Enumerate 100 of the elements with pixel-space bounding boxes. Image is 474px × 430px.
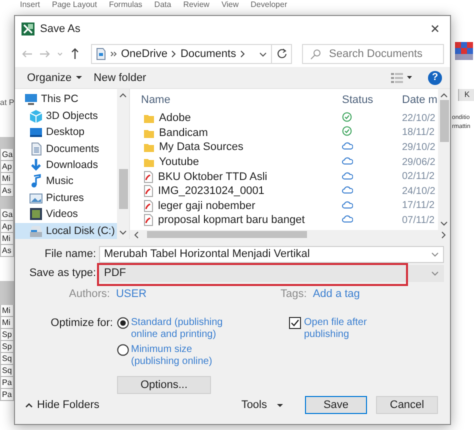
scrollbar[interactable] (117, 89, 129, 239)
table-cell: Pa (0, 389, 14, 401)
table-cell: Mi (0, 173, 14, 185)
ribbon-tab[interactable]: View (221, 0, 239, 10)
forward-arrow-icon[interactable] (39, 48, 51, 60)
date-modified: 29/06/2 (402, 156, 436, 168)
file-name[interactable]: BKU Oktober TTD Asli (158, 170, 268, 183)
caret-up-icon (25, 402, 33, 408)
option-label[interactable]: Minimum size (publishing online) (131, 344, 235, 368)
computer-icon (24, 92, 38, 106)
folder-tree-item[interactable]: Music (15, 173, 117, 190)
ribbon-tab[interactable]: Formulas (108, 0, 142, 10)
folder-tree-item[interactable]: Downloads (15, 156, 117, 174)
address-bar[interactable]: OneDrive Documents (91, 44, 292, 64)
caret-icon (277, 404, 283, 406)
chevron-icon (240, 50, 246, 58)
document-icon (96, 48, 106, 60)
table-cell: Pa (0, 377, 14, 389)
radio-button[interactable] (117, 317, 129, 329)
shaded-cell (0, 137, 14, 149)
folder-icon (144, 142, 154, 152)
folder-tree-item[interactable]: Documents (15, 140, 117, 157)
folder-tree-item[interactable]: Local Disk (C:) (15, 222, 117, 239)
ribbon-tab[interactable]: Insert (20, 0, 40, 10)
left-chevron-icon (133, 230, 139, 238)
folder-tree-item[interactable]: Pictures (15, 190, 117, 206)
folder-tree-item[interactable]: This PC (15, 91, 117, 108)
breadcrumb[interactable]: OneDrive (121, 48, 168, 60)
folder-tree-item[interactable]: Desktop (15, 124, 117, 140)
column-header[interactable]: Status (342, 94, 402, 106)
picture-icon (29, 190, 43, 205)
scrollbar[interactable] (438, 89, 450, 230)
scrollbar[interactable] (130, 230, 450, 239)
back-arrow-icon[interactable] (21, 48, 33, 60)
option-label[interactable]: Standard (publishing online and printing) (131, 317, 235, 341)
table-cell: Mi (0, 305, 14, 317)
caret-icon (407, 76, 412, 79)
ribbon-tab[interactable]: Page Layout (52, 0, 97, 10)
field-label: Optimize for: (50, 317, 114, 329)
scrollbar-thumb[interactable] (440, 100, 448, 142)
file-name[interactable]: Adobe (159, 112, 191, 124)
music-note-icon (29, 174, 43, 188)
dropdown-caret-icon (431, 252, 439, 256)
file-name[interactable]: Youtube (159, 156, 199, 168)
breadcrumb[interactable]: Documents (180, 48, 236, 60)
ribbon-tab[interactable]: Review (183, 0, 210, 10)
column-header[interactable]: Date m (402, 94, 438, 106)
date-modified: 17/11/2 (402, 200, 436, 212)
down-chevron-icon (119, 230, 127, 236)
scrollbar-thumb[interactable] (147, 231, 307, 238)
chevron-icon (110, 51, 117, 57)
close-button[interactable]: ✕ (428, 22, 442, 36)
table-cell: Sp (0, 329, 14, 341)
table-cell: Ga (0, 209, 14, 221)
scrollbar-thumb[interactable] (118, 168, 128, 209)
table-cell: Ap (0, 161, 14, 173)
file-name[interactable]: My Data Sources (159, 141, 244, 154)
table-grid-icon (455, 42, 473, 60)
view-list-icon[interactable] (391, 72, 403, 84)
file-name[interactable]: Bandicam (159, 126, 208, 139)
organize-menu-button[interactable]: Organize (23, 70, 86, 86)
spreadsheet-icon (21, 22, 35, 36)
field-label: Save as type: (28, 267, 97, 279)
ribbon-tab[interactable]: Data (154, 0, 172, 10)
radio-button[interactable] (117, 344, 129, 356)
folder-icon (144, 128, 154, 138)
help-button[interactable]: ? (428, 70, 442, 84)
file-name[interactable]: proposal kopmart baru banget (158, 214, 305, 226)
table-cell: As (0, 245, 14, 257)
search-field[interactable]: Search Documents (302, 44, 444, 64)
hide-folders-button[interactable]: Hide Folders (21, 397, 104, 413)
column-header[interactable]: Name (141, 94, 342, 106)
new-folder-button[interactable]: New folder (90, 70, 150, 86)
file-name-field[interactable]: Merubah Tabel Horizontal Menjadi Vertikal (99, 246, 444, 262)
field-label: Tags: (280, 288, 307, 300)
file-name[interactable]: IMG_20231024_0001 (158, 185, 264, 198)
pdf-file-icon (144, 200, 153, 212)
file-name[interactable]: leger gaji nobember (158, 200, 256, 212)
up-chevron-icon (119, 92, 127, 98)
up-arrow-icon[interactable] (69, 48, 81, 60)
desktop-icon (29, 125, 43, 140)
table-cell: Mi (0, 233, 14, 245)
folder-tree-item[interactable]: Videos (15, 206, 117, 222)
window-title: Save As (40, 22, 82, 34)
ribbon-tab[interactable]: Developer (250, 0, 288, 10)
option-label[interactable]: Open file after publishing (304, 317, 378, 341)
up-chevron-icon (440, 92, 448, 98)
caret-icon[interactable] (57, 51, 63, 57)
save-button[interactable]: Save (305, 396, 367, 414)
ribbon-label: at P (0, 98, 14, 107)
add-tag-link[interactable]: Add a tag (312, 288, 360, 300)
right-chevron-icon (441, 230, 447, 238)
shaded-cell (0, 281, 14, 293)
options-button[interactable]: Options... (117, 376, 211, 394)
table-cell: Ap (0, 221, 14, 233)
checkbox[interactable] (289, 317, 301, 329)
cancel-button[interactable]: Cancel (376, 396, 438, 414)
author-link[interactable]: USER (116, 288, 147, 300)
tools-menu-button[interactable]: Tools (237, 397, 287, 413)
folder-tree-item[interactable]: 3D Objects (15, 107, 117, 124)
